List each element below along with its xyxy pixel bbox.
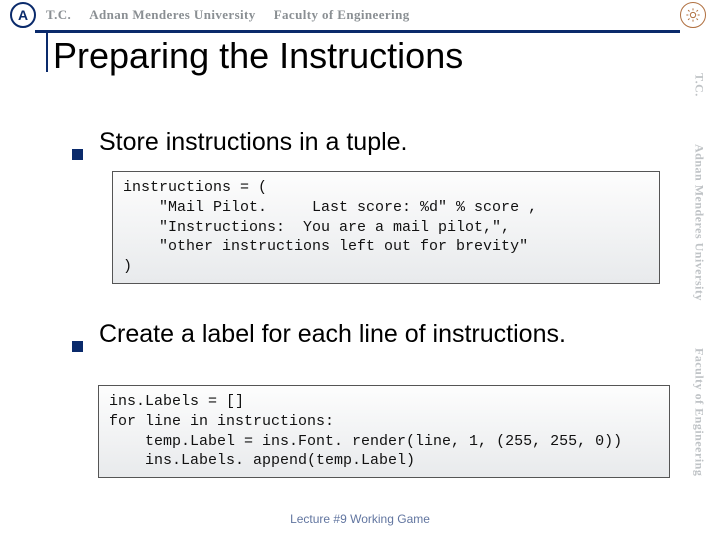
title-rule xyxy=(35,30,680,33)
slide-content: Store instructions in a tuple. instructi… xyxy=(72,128,660,514)
side-rail-tc: T.C. xyxy=(692,73,707,97)
code-block-instructions-tuple: instructions = ( "Mail Pilot. Last score… xyxy=(112,171,660,284)
side-rail-faculty: Faculty of Engineering xyxy=(692,348,707,476)
bullet-text: Create a label for each line of instruct… xyxy=(99,320,566,349)
engineering-logo-right xyxy=(680,2,706,28)
header-faculty: Faculty of Engineering xyxy=(274,7,410,23)
side-rail-university: Adnan Menderes University xyxy=(692,144,707,301)
header-text: T.C. Adnan Menderes University Faculty o… xyxy=(46,7,680,23)
bullet-text: Store instructions in a tuple. xyxy=(99,128,408,157)
logo-letter: A xyxy=(18,7,28,23)
header-tc: T.C. xyxy=(46,7,71,23)
bullet-square-icon xyxy=(72,341,83,352)
slide-title: Preparing the Instructions xyxy=(53,35,463,77)
code-block-labels-loop: ins.Labels = [] for line in instructions… xyxy=(98,385,670,478)
bullet-square-icon xyxy=(72,149,83,160)
bullet-item: Create a label for each line of instruct… xyxy=(72,320,660,349)
title-vertical-accent xyxy=(46,32,48,72)
side-rail: T.C. Adnan Menderes University Faculty o… xyxy=(678,50,720,500)
university-logo-left: A xyxy=(10,2,36,28)
bullet-item: Store instructions in a tuple. xyxy=(72,128,660,157)
header-university: Adnan Menderes University xyxy=(89,7,255,23)
gear-icon xyxy=(685,7,701,23)
slide-footer: Lecture #9 Working Game xyxy=(0,512,720,526)
header-bar: A T.C. Adnan Menderes University Faculty… xyxy=(0,0,720,30)
